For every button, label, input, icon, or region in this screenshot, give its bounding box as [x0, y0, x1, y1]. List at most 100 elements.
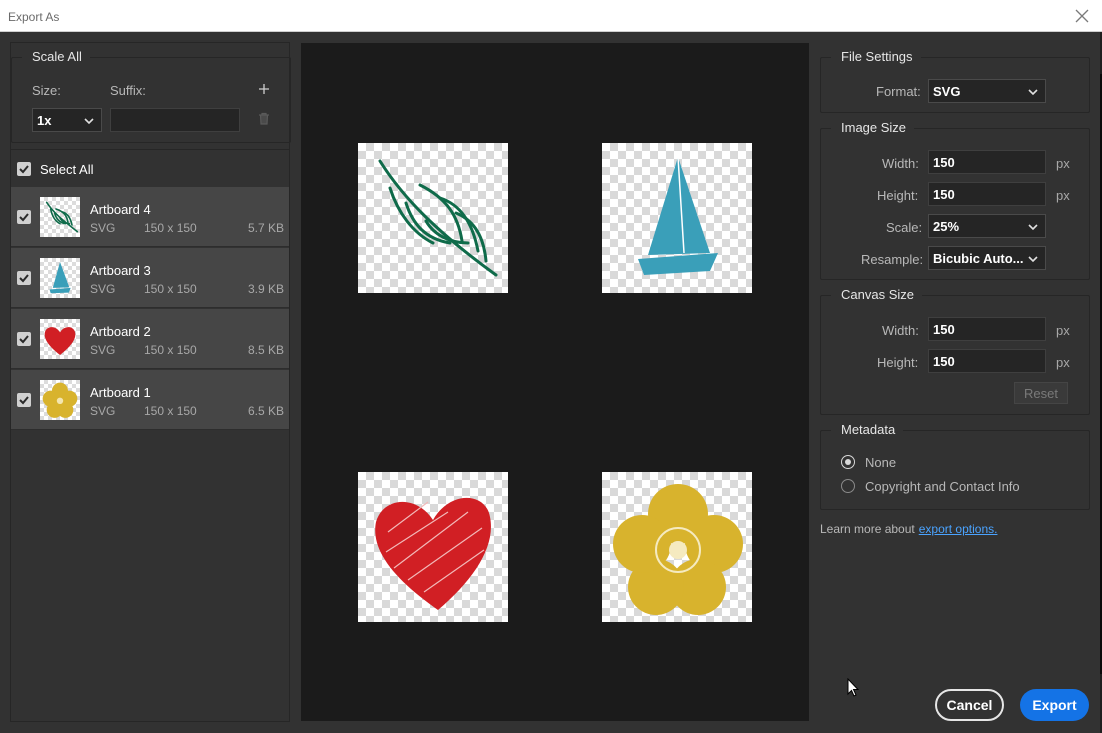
- artboard-file-size: 8.5 KB: [247, 343, 284, 357]
- sailboat-icon: [638, 156, 718, 275]
- artboard-dimensions: 150 x 150: [144, 221, 197, 235]
- canvas-width-unit: px: [1056, 323, 1070, 338]
- select-all-checkbox[interactable]: [17, 162, 31, 176]
- artboard-name: Artboard 4: [90, 202, 151, 217]
- size-select[interactable]: 1x: [32, 108, 102, 132]
- scale-select[interactable]: 25%: [928, 214, 1046, 238]
- format-label: Format:: [876, 84, 921, 99]
- artboard-thumbnail: [40, 197, 80, 237]
- artboard-thumbnail: [40, 380, 80, 420]
- format-select-value: SVG: [933, 84, 961, 99]
- learn-more-text: Learn more about: [820, 522, 915, 536]
- image-width-input[interactable]: 150: [928, 150, 1046, 174]
- artboard-file-size: 5.7 KB: [247, 221, 284, 235]
- reset-button[interactable]: Reset: [1014, 382, 1068, 404]
- artboard-name: Artboard 1: [90, 385, 151, 400]
- artboard-name: Artboard 3: [90, 263, 151, 278]
- canvas-height-unit: px: [1056, 355, 1070, 370]
- radio-copyright-label: Copyright and Contact Info: [865, 479, 1020, 494]
- artboard-row[interactable]: Artboard 3 SVG 150 x 150 3.9 KB: [11, 248, 289, 308]
- artboard-thumbnail: [40, 319, 80, 359]
- checkmark-icon: [19, 274, 29, 283]
- preview-artboard-1: [602, 472, 752, 622]
- image-height-unit: px: [1056, 188, 1070, 203]
- canvas-size-group: Canvas Size Width: 150 px Height: 150 px…: [820, 287, 1090, 415]
- artboard-file-size: 6.5 KB: [247, 404, 284, 418]
- artboard-name: Artboard 2: [90, 324, 151, 339]
- artboard-thumbnail: [40, 258, 80, 298]
- scale-select-value: 25%: [933, 219, 960, 234]
- metadata-option-none[interactable]: None: [841, 454, 1041, 472]
- scale-label: Scale:: [886, 220, 923, 235]
- learn-more: Learn more about export options.: [820, 522, 997, 536]
- image-height-label: Height:: [877, 188, 919, 203]
- checkmark-icon: [19, 165, 29, 174]
- size-label: Size:: [32, 83, 61, 98]
- radio-none-label: None: [865, 455, 897, 470]
- artboard-checkbox[interactable]: [17, 271, 31, 285]
- artboard-panel: Scale All Size: Suffix: 1x Select All Ar…: [10, 42, 291, 722]
- export-options-link[interactable]: export options.: [919, 522, 998, 536]
- checkmark-icon: [19, 213, 29, 222]
- artboard-format: SVG: [90, 221, 116, 235]
- size-select-value: 1x: [37, 113, 52, 128]
- artboard-row[interactable]: Artboard 4 SVG 150 x 150 5.7 KB: [11, 187, 289, 247]
- sailboat-icon: [49, 262, 71, 294]
- scale-all-group: Scale All Size: Suffix: 1x: [11, 49, 291, 143]
- image-size-legend: Image Size: [831, 120, 915, 135]
- add-scale-icon[interactable]: [258, 83, 270, 95]
- cancel-button[interactable]: Cancel: [935, 689, 1004, 721]
- artboard-checkbox[interactable]: [17, 393, 31, 407]
- canvas-width-label: Width:: [882, 323, 919, 338]
- leaf-icon: [45, 201, 79, 233]
- radio-none[interactable]: [841, 455, 855, 469]
- checkmark-icon: [19, 396, 29, 405]
- select-all-row[interactable]: Select All: [11, 149, 289, 187]
- chevron-down-icon: [1028, 89, 1038, 96]
- scale-all-legend: Scale All: [22, 49, 90, 64]
- preview-artboard-3: [602, 143, 752, 293]
- trash-icon[interactable]: [258, 112, 270, 125]
- format-select[interactable]: SVG: [928, 79, 1046, 103]
- canvas-size-legend: Canvas Size: [831, 287, 922, 302]
- canvas-width-input[interactable]: 150: [928, 317, 1046, 341]
- suffix-label: Suffix:: [110, 83, 146, 98]
- image-width-label: Width:: [882, 156, 919, 171]
- canvas-height-input[interactable]: 150: [928, 349, 1046, 373]
- file-settings-group: File Settings Format: SVG: [820, 49, 1090, 113]
- artboard-format: SVG: [90, 343, 116, 357]
- artboard-checkbox[interactable]: [17, 210, 31, 224]
- preview-area: [301, 43, 809, 721]
- heart-icon: [44, 327, 76, 355]
- close-icon[interactable]: [1072, 6, 1092, 26]
- artboard-checkbox[interactable]: [17, 332, 31, 346]
- checkmark-icon: [19, 335, 29, 344]
- select-all-label: Select All: [40, 162, 94, 177]
- chevron-down-icon: [84, 118, 94, 125]
- title-bar: Export As: [0, 0, 1102, 32]
- artboard-dimensions: 150 x 150: [144, 282, 197, 296]
- image-height-input[interactable]: 150: [928, 182, 1046, 206]
- chevron-down-icon: [1028, 224, 1038, 231]
- metadata-option-copyright[interactable]: Copyright and Contact Info: [841, 478, 1071, 496]
- mouse-cursor-icon: [847, 678, 859, 697]
- canvas-height-label: Height:: [877, 355, 919, 370]
- radio-copyright[interactable]: [841, 479, 855, 493]
- heart-icon: [375, 497, 491, 610]
- file-settings-legend: File Settings: [831, 49, 921, 64]
- resample-label: Resample:: [861, 252, 924, 267]
- flower-icon: [42, 382, 78, 418]
- artboard-row[interactable]: Artboard 2 SVG 150 x 150 8.5 KB: [11, 309, 289, 369]
- artboard-row[interactable]: Artboard 1 SVG 150 x 150 6.5 KB: [11, 370, 289, 430]
- resample-select[interactable]: Bicubic Auto...: [928, 246, 1046, 270]
- resample-select-value: Bicubic Auto...: [933, 251, 1024, 266]
- metadata-legend: Metadata: [831, 422, 904, 437]
- artboard-dimensions: 150 x 150: [144, 404, 197, 418]
- artboard-format: SVG: [90, 282, 116, 296]
- window-title: Export As: [8, 10, 60, 24]
- preview-artboard-4: [358, 143, 508, 293]
- artboard-format: SVG: [90, 404, 116, 418]
- suffix-input[interactable]: [110, 108, 240, 132]
- image-width-unit: px: [1056, 156, 1070, 171]
- export-button[interactable]: Export: [1020, 689, 1089, 721]
